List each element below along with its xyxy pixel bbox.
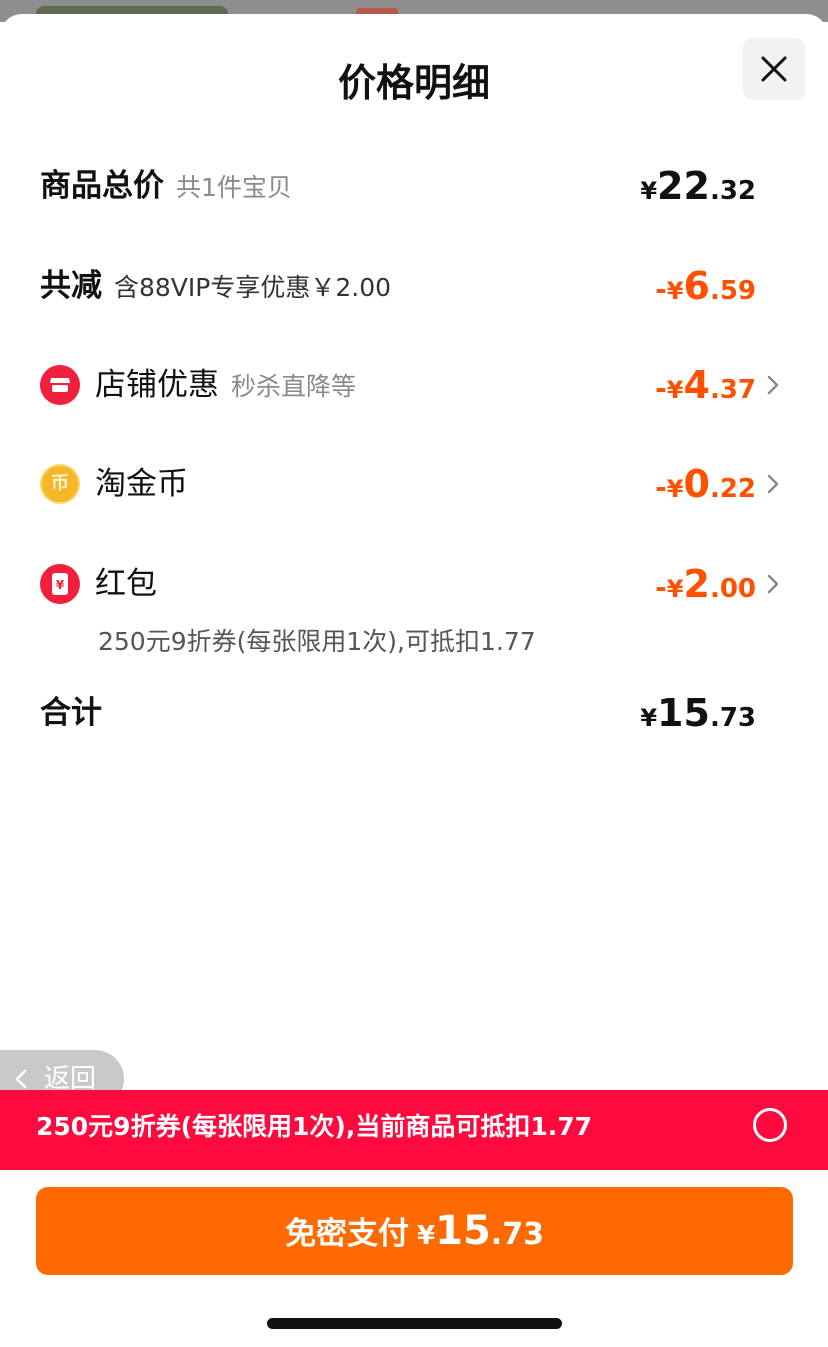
red-packet-label: 红包 [95, 566, 157, 602]
row-total-reduction: 共减 含88VIP专享优惠￥2.00 -¥6.59 [40, 258, 780, 314]
row-red-packet[interactable]: ¥ 红包 -¥2.00 [40, 556, 780, 612]
shop-icon [40, 365, 80, 405]
chevron-right-icon [767, 574, 779, 594]
row-goods-total: 商品总价 共1件宝贝 ¥22.32 [40, 158, 780, 214]
chevron-right-icon [767, 375, 779, 395]
pay-label: 免密支付 [285, 1216, 410, 1252]
sum-amount: ¥15.73 [640, 691, 756, 735]
svg-text:¥: ¥ [56, 578, 65, 592]
goods-count: 共1件宝贝 [176, 173, 292, 202]
red-packet-icon: ¥ [40, 564, 80, 604]
red-packet-coupon-note: 250元9折券(每张限用1次),可抵扣1.77 [98, 627, 536, 656]
shop-discount-amount: -¥4.37 [655, 363, 756, 407]
chevron-left-icon [15, 1069, 27, 1089]
tao-coins-amount: -¥0.22 [655, 462, 756, 506]
coupon-select-radio[interactable] [753, 1108, 787, 1142]
reduction-label: 共减 [40, 268, 102, 304]
close-icon [761, 56, 787, 82]
sheet-title: 价格明细 [337, 61, 490, 105]
reduction-amount: -¥6.59 [655, 264, 756, 308]
pay-button[interactable]: 免密支付 ¥15.73 [36, 1187, 793, 1275]
goods-total-amount: ¥22.32 [640, 164, 756, 208]
coin-icon: 币 [40, 464, 80, 504]
chevron-right-icon [767, 474, 779, 494]
row-shop-discount[interactable]: 店铺优惠 秒杀直降等 -¥4.37 [40, 357, 780, 413]
shop-discount-sub: 秒杀直降等 [231, 372, 357, 401]
home-indicator [267, 1318, 562, 1329]
sum-label: 合计 [40, 695, 102, 731]
red-packet-amount: -¥2.00 [655, 562, 756, 606]
shop-discount-label: 店铺优惠 [95, 367, 219, 403]
coupon-text: 250元9折券(每张限用1次),当前商品可抵扣1.77 [36, 1112, 593, 1141]
vip-discount-note: 含88VIP专享优惠￥2.00 [114, 273, 392, 302]
goods-total-label: 商品总价 [40, 168, 164, 204]
close-button[interactable] [743, 38, 805, 100]
row-tao-coins[interactable]: 币 淘金币 -¥0.22 [40, 456, 780, 512]
tao-coins-label: 淘金币 [95, 466, 188, 502]
coupon-bar[interactable]: 250元9折券(每张限用1次),当前商品可抵扣1.77 [0, 1090, 828, 1170]
row-sum: 合计 ¥15.73 [40, 685, 780, 741]
